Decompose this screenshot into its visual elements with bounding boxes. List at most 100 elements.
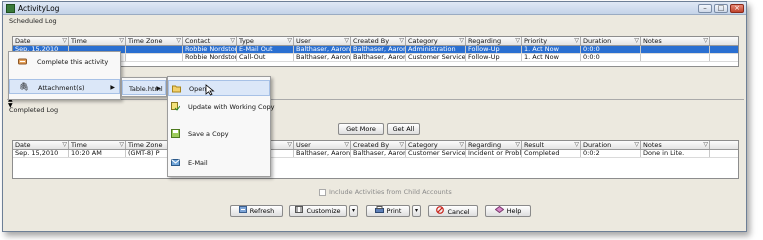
column-header-label: Duration bbox=[583, 141, 612, 149]
column-header[interactable]: Time Zone ▽ bbox=[126, 37, 183, 45]
customize-dropdown-button[interactable]: ▾ bbox=[349, 205, 358, 217]
filter-icon[interactable]: ▽ bbox=[344, 37, 349, 45]
filter-icon[interactable]: ▽ bbox=[344, 141, 349, 149]
help-label: Help bbox=[506, 207, 522, 215]
scheduled-log-grid[interactable]: Date ▽ Time ▽ Time Zone ▽ Contact ▽ Type ▽ User ▽ Cr… bbox=[12, 36, 739, 67]
column-header[interactable]: User ▽ bbox=[294, 37, 351, 45]
customize-button[interactable]: Customize bbox=[289, 205, 347, 217]
email-icon bbox=[171, 158, 180, 167]
filter-icon[interactable]: ▽ bbox=[574, 141, 579, 149]
table-cell: Sep. 15,2010 bbox=[13, 150, 69, 157]
filter-icon[interactable]: ▽ bbox=[515, 37, 520, 45]
minimize-button[interactable]: – bbox=[698, 4, 712, 13]
print-dropdown-button[interactable]: ▾ bbox=[412, 205, 421, 217]
column-header[interactable]: User ▽ bbox=[294, 141, 351, 149]
completed-header-row: Date▽Time▽Time Zone▽Contact▽Type▽User▽Cr… bbox=[13, 141, 738, 150]
filter-icon[interactable]: ▽ bbox=[399, 37, 404, 45]
column-header[interactable]: Regarding ▽ bbox=[466, 141, 522, 149]
filter-icon[interactable]: ▽ bbox=[62, 37, 67, 45]
title-bar[interactable]: ActivityLog – □ × bbox=[3, 2, 746, 15]
help-icon bbox=[494, 205, 504, 216]
table-cell: Balthaser, Aaron bbox=[353, 150, 406, 157]
filter-icon[interactable]: ▽ bbox=[399, 141, 404, 149]
filter-icon[interactable]: ▽ bbox=[62, 141, 67, 149]
table-cell: Follow-Up bbox=[466, 46, 522, 53]
column-header[interactable]: Type ▽ bbox=[237, 37, 294, 45]
table-cell: 0:0:2 bbox=[581, 150, 641, 157]
column-header[interactable]: Duration ▽ bbox=[581, 141, 641, 149]
column-header-label: Created By bbox=[353, 141, 390, 149]
activity-log-window: ActivityLog – □ × Scheduled Log Date ▽ Tim… bbox=[2, 1, 747, 232]
filter-icon[interactable]: ▽ bbox=[287, 37, 292, 45]
help-button[interactable]: Help bbox=[485, 205, 531, 217]
submenu-arrow-icon: ▶ bbox=[156, 85, 161, 92]
column-header[interactable]: Result ▽ bbox=[522, 141, 581, 149]
column-header[interactable]: Category ▽ bbox=[406, 141, 466, 149]
menu-item-table-html[interactable]: Table.html ▶ bbox=[122, 80, 166, 95]
table-cell: Call-Out bbox=[237, 54, 294, 61]
menu-item-attachments[interactable]: 🖇 Attachment(s) ▶ bbox=[9, 79, 120, 94]
update-working-copy-label: Update with Working Copy bbox=[188, 103, 275, 111]
column-header[interactable]: Time ▽ bbox=[69, 37, 126, 45]
print-button[interactable]: Print bbox=[366, 205, 410, 217]
filter-icon[interactable]: ▽ bbox=[119, 37, 124, 45]
print-label: Print bbox=[386, 207, 402, 215]
column-header[interactable]: Notes ▽ bbox=[641, 141, 710, 149]
filter-icon[interactable]: ▽ bbox=[459, 37, 464, 45]
menu-item-open[interactable]: Open bbox=[168, 80, 270, 96]
column-header[interactable]: Notes ▽ bbox=[641, 37, 710, 45]
filter-icon[interactable]: ▽ bbox=[634, 141, 639, 149]
column-header-label: Created By bbox=[353, 37, 390, 45]
filter-icon[interactable]: ▽ bbox=[574, 37, 579, 45]
table-row[interactable]: Sep. 15,201010:20 AM(GMT-8) POutBalthase… bbox=[13, 150, 738, 158]
maximize-button[interactable]: □ bbox=[714, 4, 728, 13]
column-header-label: Regarding bbox=[468, 141, 502, 149]
refresh-button[interactable]: Refresh bbox=[230, 205, 283, 217]
table-row[interactable]: Robbie NordstomeCall-OutBalthaser, Aaron… bbox=[13, 54, 738, 62]
filter-icon[interactable]: ▽ bbox=[703, 37, 708, 45]
customize-label: Customize bbox=[306, 207, 341, 215]
get-more-button[interactable]: Get More bbox=[338, 123, 384, 135]
table-cell bbox=[641, 54, 710, 61]
filter-icon[interactable]: ▽ bbox=[119, 141, 124, 149]
menu-item-complete-activity[interactable]: Complete this activity bbox=[9, 55, 120, 68]
table-cell: Customer Service bbox=[408, 54, 466, 61]
include-child-label: Include Activities from Child Accounts bbox=[329, 188, 452, 196]
menu-item-email[interactable]: E-Mail bbox=[168, 155, 270, 171]
cancel-button[interactable]: Cancel bbox=[428, 205, 478, 217]
column-header[interactable]: Created By ▽ bbox=[351, 37, 406, 45]
complete-activity-label: Complete this activity bbox=[37, 58, 109, 66]
filter-icon[interactable]: ▽ bbox=[703, 141, 708, 149]
column-header[interactable]: Category ▽ bbox=[406, 37, 466, 45]
table-cell bbox=[641, 46, 710, 53]
filter-icon[interactable]: ▽ bbox=[176, 37, 181, 45]
filter-icon[interactable]: ▽ bbox=[515, 141, 520, 149]
filter-icon[interactable]: ▽ bbox=[634, 37, 639, 45]
column-header[interactable]: Time ▽ bbox=[69, 141, 126, 149]
table-row[interactable]: Sep. 15,2010Robbie NordstomeE-Mail OutBa… bbox=[13, 46, 738, 54]
table-cell: Robbie Nordstome bbox=[183, 54, 237, 61]
table-cell: Done in Lite. bbox=[641, 150, 710, 157]
filter-icon[interactable]: ▽ bbox=[287, 141, 292, 149]
filter-icon[interactable]: ▽ bbox=[459, 141, 464, 149]
include-child-checkbox[interactable] bbox=[319, 188, 326, 196]
get-all-button[interactable]: Get All bbox=[387, 123, 420, 135]
close-button[interactable]: × bbox=[730, 4, 744, 13]
column-header[interactable]: Date ▽ bbox=[13, 141, 69, 149]
completed-log-grid[interactable]: Date▽Time▽Time Zone▽Contact▽Type▽User▽Cr… bbox=[12, 140, 739, 179]
chevron-down-icon: ▾ bbox=[351, 207, 355, 214]
column-header[interactable]: Contact ▽ bbox=[183, 37, 237, 45]
menu-item-update-working-copy[interactable]: Update with Working Copy bbox=[168, 99, 275, 115]
menu-item-save-copy[interactable]: Save a Copy bbox=[168, 126, 270, 142]
include-child-accounts[interactable]: Include Activities from Child Accounts bbox=[319, 188, 452, 196]
column-header[interactable]: Duration ▽ bbox=[581, 37, 641, 45]
column-header[interactable]: Priority ▽ bbox=[522, 37, 581, 45]
table-cell: Incident or Problem bbox=[468, 150, 522, 157]
table-cell: Administration bbox=[406, 46, 466, 53]
column-header[interactable]: Date ▽ bbox=[13, 37, 69, 45]
column-header[interactable]: Created By ▽ bbox=[351, 141, 406, 149]
table-cell: Customer Service bbox=[408, 150, 466, 157]
complete-activity-icon bbox=[18, 57, 27, 66]
column-header[interactable]: Regarding ▽ bbox=[466, 37, 522, 45]
filter-icon[interactable]: ▽ bbox=[230, 37, 235, 45]
